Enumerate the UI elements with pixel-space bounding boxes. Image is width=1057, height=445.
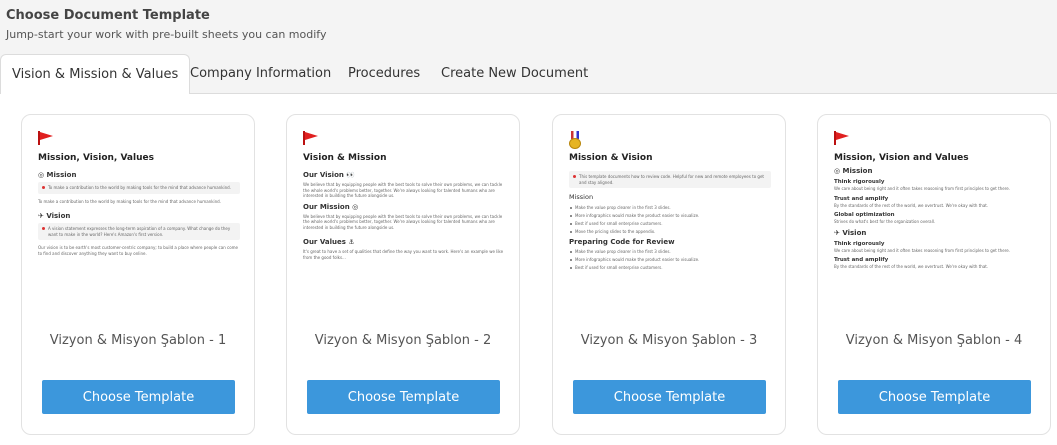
preview-text: Strives do what's best for the organizat… — [834, 219, 936, 224]
preview-subheading: Think rigorously — [834, 179, 885, 185]
red-flag-icon — [38, 131, 240, 149]
preview-bullet: More infographics would make the product… — [569, 213, 771, 218]
preview-bullet: Best if used for small enterprise custom… — [569, 221, 771, 226]
template-preview-1[interactable]: Mission, Vision, Values ◎ Mission To mak… — [38, 131, 240, 326]
template-category-tabs: Vision & Mission & Values Company Inform… — [0, 54, 1057, 95]
red-flag-icon — [834, 131, 1036, 149]
preview-text: We care about being right and it often t… — [834, 186, 1010, 191]
preview-text: By the standards of the rest of the worl… — [834, 264, 989, 269]
template-name: Vizyon & Misyon Şablon - 3 — [580, 333, 758, 348]
template-preview-2[interactable]: Vision & Mission Our Vision 👀 We believe… — [303, 131, 505, 326]
preview-callout: This template documents how to review co… — [569, 171, 771, 188]
dialog-subtitle: Jump-start your work with pre-built shee… — [6, 28, 327, 41]
preview-text: By the standards of the rest of the worl… — [834, 202, 989, 208]
preview-heading: ◎ Mission — [834, 167, 873, 175]
template-preview-3[interactable]: Mission & Vision This template documents… — [569, 131, 771, 326]
preview-bullet: Make the value prop clearer in the first… — [569, 205, 771, 210]
preview-subheading: Trust and amplify — [834, 195, 889, 202]
template-name: Vizyon & Misyon Şablon - 2 — [314, 333, 492, 348]
preview-title: Mission, Vision and Values — [834, 153, 969, 163]
preview-title: Mission & Vision — [569, 153, 653, 163]
preview-text: To make a contribution to the world by m… — [38, 198, 221, 204]
preview-text: We care about being right and it often t… — [834, 247, 1010, 253]
preview-subheading: Global optimization — [834, 212, 895, 218]
template-preview-4[interactable]: Mission, Vision and Values ◎ Mission Thi… — [834, 131, 1036, 326]
preview-bullet: Best if used for small enterprise custom… — [569, 265, 771, 270]
template-name: Vizyon & Misyon Şablon - 4 — [845, 333, 1023, 348]
preview-title: Mission, Vision, Values — [38, 153, 154, 163]
preview-callout: To make a contribution to the world by m… — [38, 182, 240, 194]
preview-bullet: Move the pricing slides to the appendix. — [569, 229, 771, 234]
choose-template-button[interactable]: Choose Template — [307, 380, 500, 414]
choose-template-button[interactable]: Choose Template — [42, 380, 235, 414]
choose-template-button[interactable]: Choose Template — [573, 380, 766, 414]
tab-company-information[interactable]: Company Information — [179, 54, 342, 94]
preview-heading: Preparing Code for Review — [569, 238, 675, 246]
preview-subheading: Trust and amplify — [834, 257, 889, 263]
preview-heading: Our Mission ◎ — [303, 202, 359, 211]
template-card-1[interactable]: Mission, Vision, Values ◎ Mission To mak… — [21, 114, 255, 435]
dialog-title: Choose Document Template — [6, 8, 210, 23]
tab-vision-mission-values[interactable]: Vision & Mission & Values — [0, 54, 191, 95]
preview-section: Mission — [569, 193, 594, 201]
preview-text: It's great to have a set of qualities th… — [303, 249, 504, 260]
template-card-3[interactable]: Mission & Vision This template documents… — [552, 114, 786, 435]
template-gallery: Mission, Vision, Values ◎ Mission To mak… — [0, 94, 1057, 445]
dialog-header: Choose Document Template Jump-start your… — [0, 0, 1057, 56]
preview-heading: Our Vision 👀 — [303, 171, 356, 179]
tab-create-new-document[interactable]: Create New Document — [430, 54, 599, 94]
preview-heading: ✈ Vision — [834, 228, 867, 237]
medal-icon — [569, 131, 771, 149]
tab-procedures[interactable]: Procedures — [337, 54, 431, 94]
preview-callout: A vision statement expresses the long-te… — [38, 223, 240, 240]
preview-heading: ✈ Vision — [38, 212, 71, 220]
choose-template-button[interactable]: Choose Template — [838, 380, 1031, 414]
preview-heading: ◎ Mission — [38, 171, 77, 179]
preview-text: Our vision is to be earth's most custome… — [38, 245, 239, 256]
preview-heading: Our Values ⚓ — [303, 238, 355, 246]
template-card-4[interactable]: Mission, Vision and Values ◎ Mission Thi… — [817, 114, 1051, 435]
preview-bullet: Make the value prop clearer in the first… — [569, 249, 771, 254]
preview-text: We believe that by equipping people with… — [303, 213, 503, 230]
preview-subheading: Think rigorously — [834, 240, 885, 247]
preview-bullet: More infographics would make the product… — [569, 257, 771, 262]
template-name: Vizyon & Misyon Şablon - 1 — [49, 333, 227, 348]
preview-text: We believe that by equipping people with… — [303, 182, 503, 198]
preview-title: Vision & Mission — [303, 153, 387, 163]
template-card-2[interactable]: Vision & Mission Our Vision 👀 We believe… — [286, 114, 520, 435]
red-flag-icon — [303, 131, 505, 149]
